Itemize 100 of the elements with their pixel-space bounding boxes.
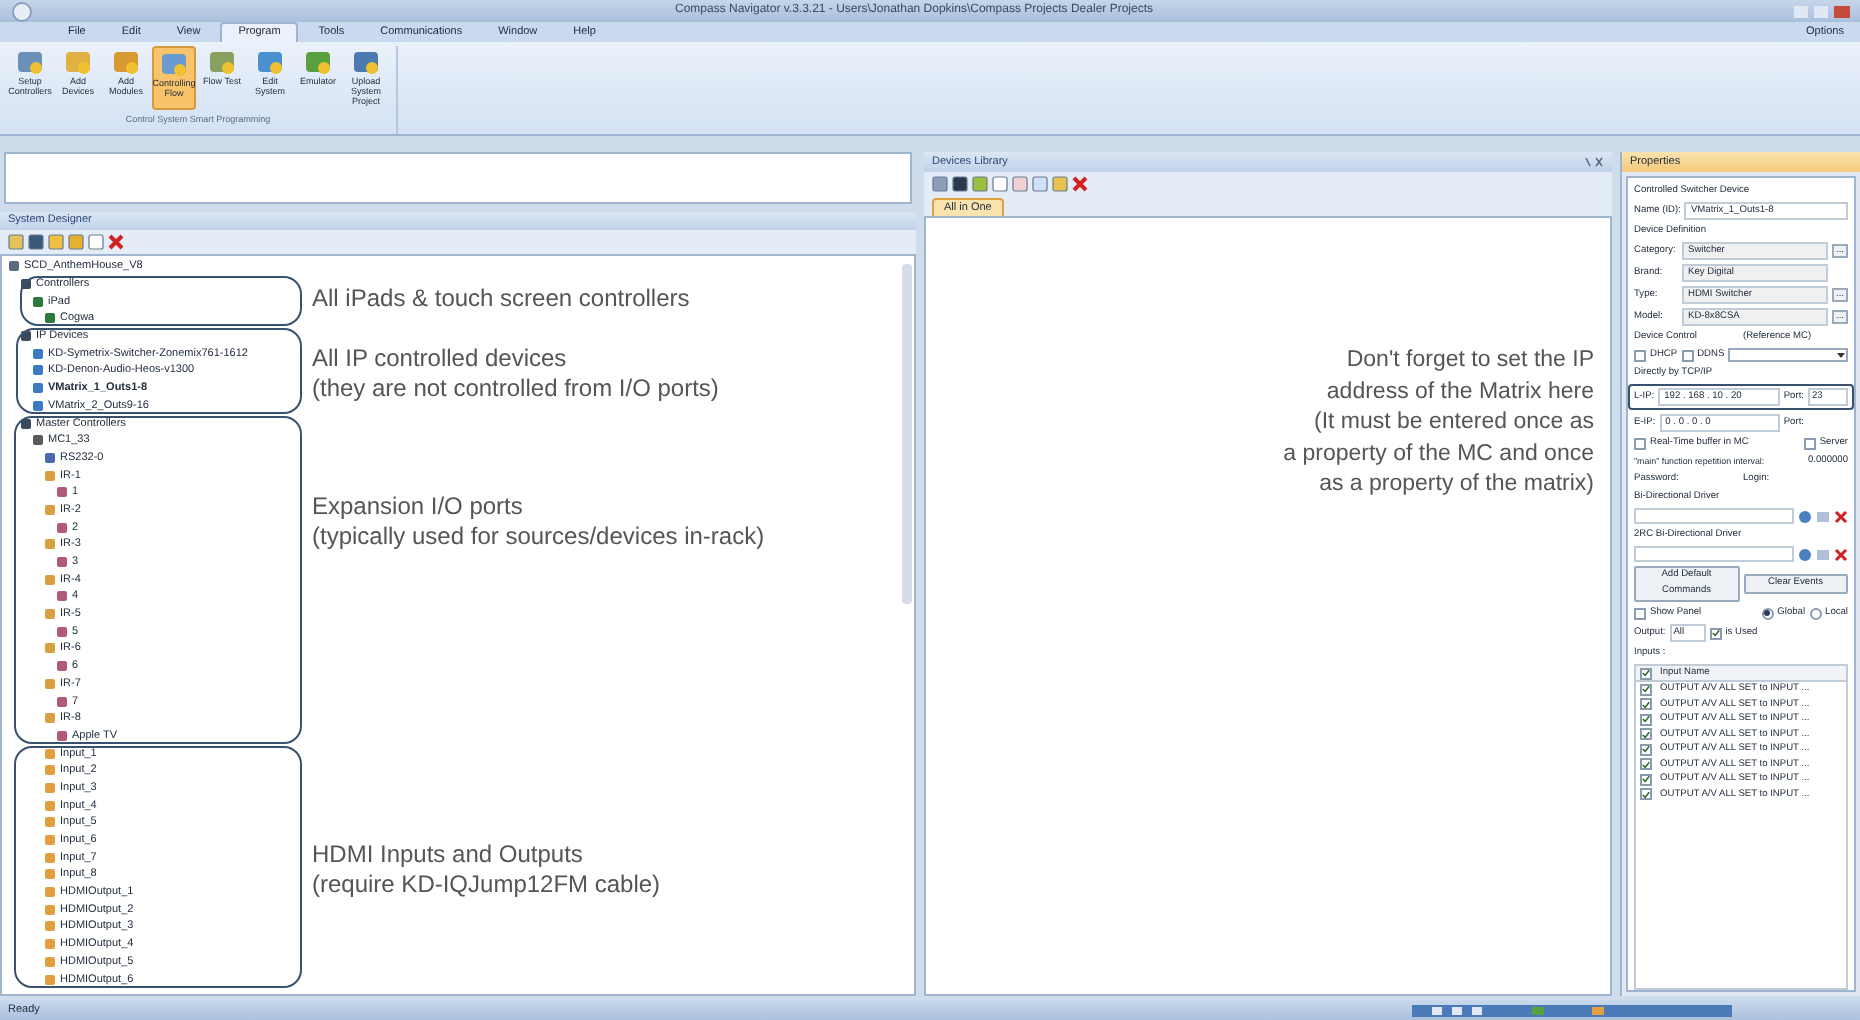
driver-field[interactable] xyxy=(1634,508,1794,524)
checkbox[interactable] xyxy=(1640,683,1652,696)
node-icon xyxy=(56,556,68,569)
node-icon xyxy=(56,590,68,603)
square-icon xyxy=(8,234,24,250)
cross-icon xyxy=(1834,547,1848,561)
node-icon xyxy=(44,764,56,777)
node-icon xyxy=(44,781,56,794)
checkbox[interactable] xyxy=(1634,349,1646,361)
dropdown-arrow-icon xyxy=(1836,350,1846,360)
pin-close-icon xyxy=(1584,156,1604,168)
square-icon xyxy=(992,176,1008,192)
checkbox[interactable] xyxy=(1640,773,1652,786)
checkbox[interactable] xyxy=(1640,667,1652,679)
node-icon xyxy=(56,486,68,499)
annotation-text: All IP controlled devices xyxy=(312,344,569,374)
checkbox[interactable] xyxy=(1803,437,1816,449)
node-icon xyxy=(56,695,68,708)
note-text: (It must be entered once as xyxy=(1314,408,1594,438)
checkbox[interactable] xyxy=(1640,713,1652,726)
scrollbar-thumb[interactable] xyxy=(902,264,912,604)
checkbox[interactable] xyxy=(1634,437,1646,449)
checkbox[interactable] xyxy=(1709,627,1722,639)
node-icon xyxy=(32,434,44,447)
node-icon xyxy=(56,521,68,534)
node-icon xyxy=(44,834,56,847)
save-icon xyxy=(1816,547,1830,561)
node-icon xyxy=(32,295,44,308)
node-icon xyxy=(20,417,32,430)
annotation-text: HDMI Inputs and Outputs xyxy=(312,840,585,870)
node-icon xyxy=(32,382,44,395)
node-icon xyxy=(44,747,56,760)
node-icon xyxy=(56,660,68,673)
tile-icon xyxy=(256,48,284,76)
node-icon xyxy=(44,503,56,516)
radio-button[interactable] xyxy=(1809,607,1822,619)
node-icon xyxy=(44,312,56,325)
square-icon xyxy=(48,234,64,250)
cross-icon xyxy=(108,234,124,250)
checkbox[interactable] xyxy=(1640,728,1652,741)
node-icon xyxy=(44,642,56,655)
square-icon xyxy=(1032,176,1048,192)
cross-icon xyxy=(1072,176,1088,192)
checkbox[interactable] xyxy=(1640,743,1652,756)
node-icon xyxy=(44,973,56,986)
square-icon xyxy=(28,234,44,250)
node-icon xyxy=(44,851,56,864)
cross-icon xyxy=(1834,509,1848,523)
tile-icon xyxy=(112,48,140,76)
note-text: address of the Matrix here xyxy=(1326,377,1594,407)
node-icon xyxy=(44,903,56,916)
checkbox[interactable] xyxy=(1640,758,1652,771)
radio-button[interactable] xyxy=(1761,607,1774,619)
node-icon xyxy=(8,260,20,273)
note-text: as a property of the matrix) xyxy=(1319,470,1594,500)
square-icon xyxy=(88,234,104,250)
annotation-text: (they are not controlled from I/O ports) xyxy=(312,374,719,404)
square-icon xyxy=(972,176,988,192)
node-icon xyxy=(32,364,44,377)
node-icon xyxy=(44,955,56,968)
node-icon xyxy=(44,573,56,586)
node-icon xyxy=(56,729,68,742)
node-icon xyxy=(44,469,56,482)
node-icon xyxy=(32,399,44,412)
annotation-text: All iPads & touch screen controllers xyxy=(312,284,690,314)
tile-icon xyxy=(160,50,188,78)
checkbox[interactable] xyxy=(1640,698,1652,711)
node-icon xyxy=(44,712,56,725)
node-icon xyxy=(44,920,56,933)
square-icon xyxy=(952,176,968,192)
node-icon xyxy=(44,677,56,690)
node-icon xyxy=(32,347,44,360)
node-icon xyxy=(44,886,56,899)
square-icon xyxy=(68,234,84,250)
tile-icon xyxy=(64,48,92,76)
settings-icon xyxy=(1798,547,1812,561)
tile-icon xyxy=(208,48,236,76)
node-icon xyxy=(44,938,56,951)
note-text: a property of the MC and once xyxy=(1283,439,1594,469)
check-icon xyxy=(1711,628,1720,638)
annotation-text: (typically used for sources/devices in-rack) xyxy=(312,522,765,552)
window-controls-icon xyxy=(1792,3,1852,19)
settings-icon xyxy=(1798,509,1812,523)
node-icon xyxy=(44,868,56,881)
tile-icon xyxy=(16,48,44,76)
tile-icon xyxy=(304,48,332,76)
checkbox[interactable] xyxy=(1634,607,1646,619)
node-icon xyxy=(44,799,56,812)
driver-field[interactable] xyxy=(1634,546,1794,562)
square-icon xyxy=(1012,176,1028,192)
square-icon xyxy=(932,176,948,192)
annotation-text: (require KD-IQJump12FM cable) xyxy=(312,870,661,900)
node-icon xyxy=(20,278,32,291)
checkbox[interactable] xyxy=(1640,788,1652,801)
node-icon xyxy=(44,816,56,829)
app-logo-icon xyxy=(8,1,36,21)
node-icon xyxy=(44,451,56,464)
annotation-text: Expansion I/O ports xyxy=(312,492,525,522)
checkbox[interactable] xyxy=(1681,349,1694,361)
save-icon xyxy=(1816,509,1830,523)
